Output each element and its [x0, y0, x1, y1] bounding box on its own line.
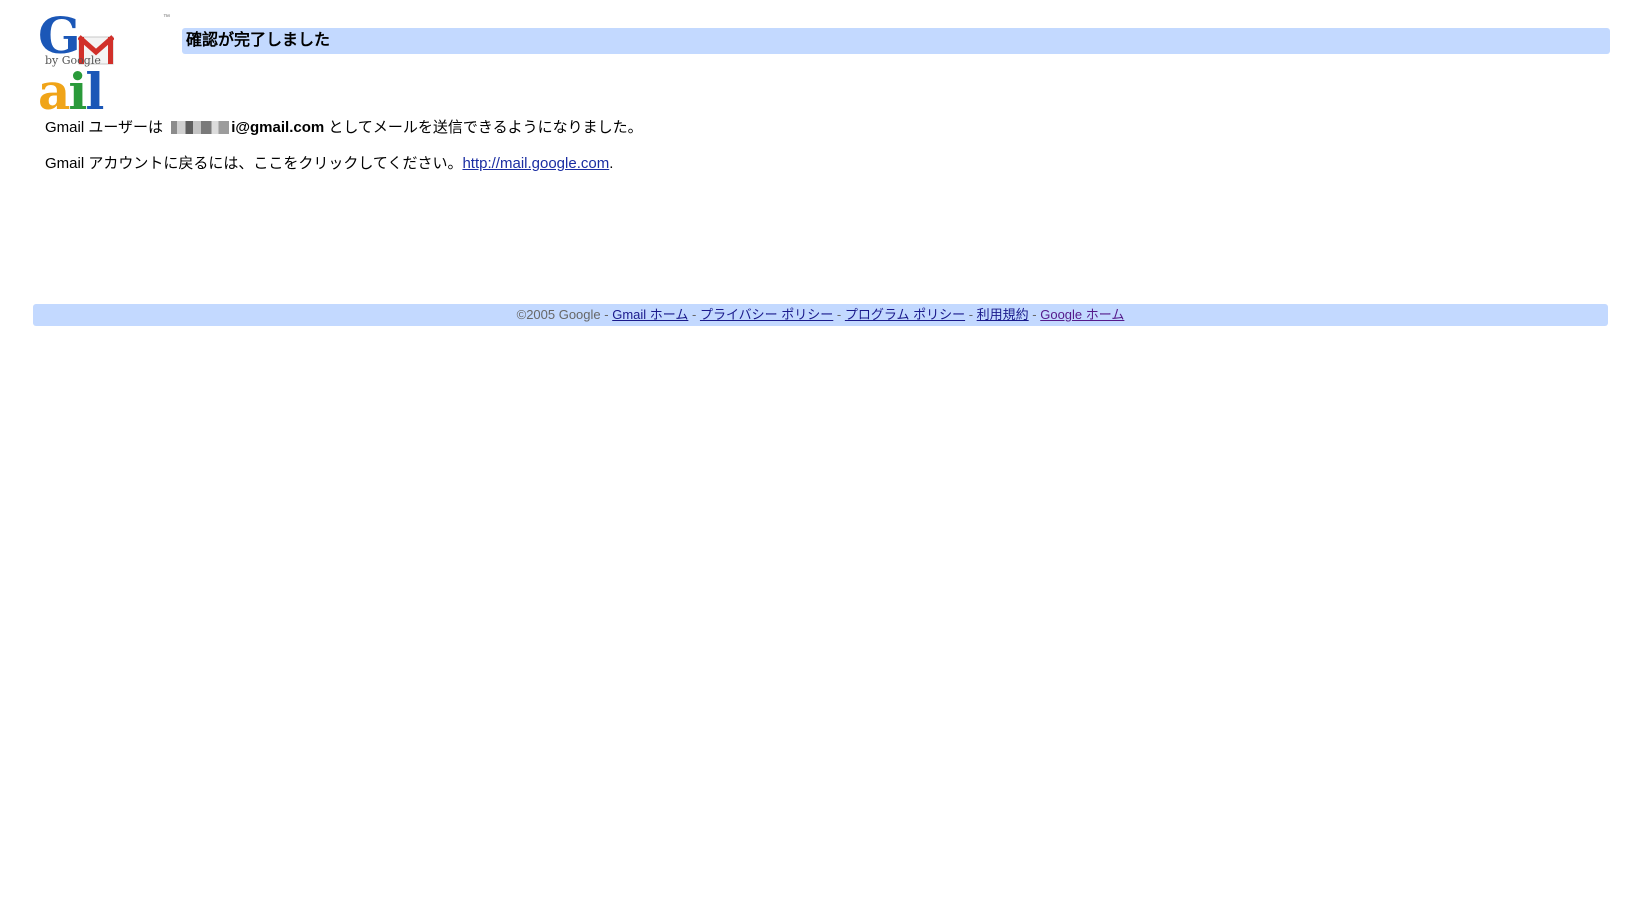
logo-byline: by Google: [45, 54, 101, 67]
footer-link-program-policy[interactable]: プログラム ポリシー: [845, 307, 965, 322]
footer-link-google-home[interactable]: Google ホーム: [1040, 307, 1124, 322]
logo-letter-a: a: [38, 62, 70, 121]
envelope-m-icon: [77, 22, 115, 65]
footer-separator: -: [600, 307, 613, 322]
gmail-link[interactable]: http://mail.google.com: [462, 155, 609, 172]
copyright: ©2005 Google: [516, 307, 601, 322]
footer-link-gmail-home[interactable]: Gmail ホーム: [612, 307, 688, 322]
footer-separator: -: [965, 307, 977, 322]
header: Gail ™ by Google 確認が完了しました: [0, 0, 1640, 120]
footer-separator: -: [833, 307, 845, 322]
gmail-logo[interactable]: Gail ™ by Google: [38, 8, 173, 120]
redacted-username: [171, 120, 230, 134]
title-bar: 確認が完了しました: [182, 28, 1610, 54]
footer-link-privacy-policy[interactable]: プライバシー ポリシー: [700, 307, 833, 322]
return-text: Gmail アカウントに戻るには、ここをクリックしてください。: [45, 155, 463, 172]
footer-separator: -: [1028, 307, 1041, 322]
return-text-period: .: [609, 155, 614, 172]
confirmation-message: Gmail ユーザーは i@gmail.com としてメールを送信できるようにな…: [45, 118, 643, 174]
confirmation-text-suffix: としてメールを送信できるようになりました。: [324, 119, 643, 136]
confirmation-line: Gmail ユーザーは i@gmail.com としてメールを送信できるようにな…: [45, 118, 643, 138]
trademark-symbol: ™: [163, 14, 170, 21]
footer: ©2005 Google - Gmail ホーム - プライバシー ポリシー -…: [33, 304, 1608, 326]
return-line: Gmail アカウントに戻るには、ここをクリックしてください。http://ma…: [45, 154, 643, 174]
confirmation-text-prefix: Gmail ユーザーは: [45, 119, 168, 136]
footer-link-terms[interactable]: 利用規約: [977, 307, 1029, 322]
footer-separator: -: [688, 307, 700, 322]
logo-letter-l: l: [85, 62, 104, 121]
logo-letter-i: i: [68, 62, 87, 121]
page-title: 確認が完了しました: [186, 32, 331, 49]
confirmed-email: i@gmail.com: [231, 119, 325, 136]
